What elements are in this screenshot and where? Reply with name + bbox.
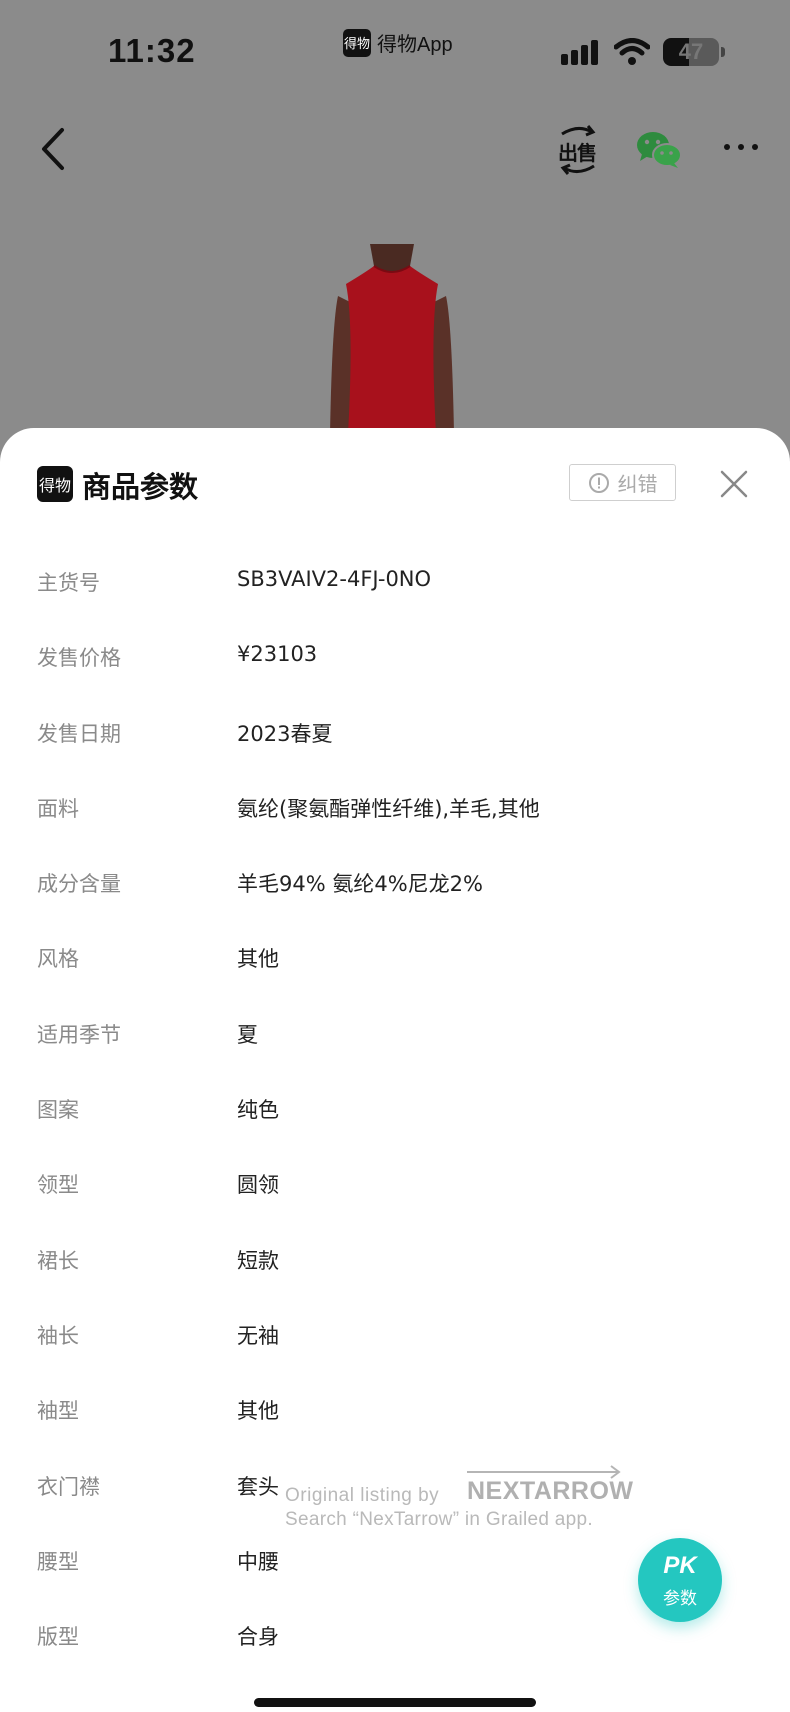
close-icon[interactable] [718,468,750,500]
watermark-brand: NEXTARROW [467,1477,634,1505]
pk-compare-button[interactable]: PK 参数 [638,1538,722,1622]
screen: 11:32 得物 得物App 47 出售 得物 商品参数 纠错 主货号 SB3V… [0,0,790,1712]
param-value: 其他 [237,1399,279,1424]
watermark-line-1: Original listing by [285,1485,440,1506]
param-row: 风格 其他 [0,931,790,1006]
param-label: 发售日期 [37,721,121,746]
sheet-title: 商品参数 [82,470,199,504]
nav-bar: 出售 [0,110,790,190]
sell-button[interactable]: 出售 [558,120,598,180]
param-row: 袖型 其他 [0,1383,790,1458]
param-value: 无袖 [237,1323,279,1348]
param-row: 适用季节 夏 [0,1007,790,1082]
param-row: 主货号 SB3VAIV2-4FJ-0NO [0,555,790,630]
chevron-left-icon[interactable] [38,126,68,172]
wifi-icon [614,38,650,65]
sheet-header: 得物 商品参数 纠错 [0,428,790,538]
cellular-signal-icon [561,40,598,65]
param-label: 成分含量 [37,872,121,897]
param-label: 版型 [37,1625,79,1650]
param-label: 风格 [37,947,79,972]
param-row: 发售日期 2023春夏 [0,706,790,781]
param-row: 成分含量 羊毛94% 氨纶4%尼龙2% [0,856,790,931]
param-value: 合身 [237,1625,279,1650]
pk-title: PK [663,1552,697,1579]
param-row: 面料 氨纶(聚氨酯弹性纤维),羊毛,其他 [0,781,790,856]
param-value: 套头 [237,1474,279,1499]
param-value: 纯色 [237,1098,279,1123]
battery-level: 47 [678,39,704,64]
param-row: 图案 纯色 [0,1082,790,1157]
sell-label: 出售 [558,141,597,165]
home-indicator [254,1698,536,1707]
battery-indicator: 47 [663,38,719,66]
report-error-button[interactable]: 纠错 [569,464,676,501]
param-label: 裙长 [37,1248,79,1273]
param-value: 其他 [237,947,279,972]
param-row: 发售价格 ¥23103 [0,630,790,705]
param-label: 领型 [37,1173,79,1198]
param-label: 面料 [37,796,79,821]
param-label: 发售价格 [37,646,121,671]
param-label: 衣门襟 [37,1474,100,1499]
product-params-sheet: 得物 商品参数 纠错 主货号 SB3VAIV2-4FJ-0NO 发售价格 ¥23103… [0,428,790,1712]
watermark-line-2: Search “NexTarrow” in Grailed app. [285,1509,593,1530]
param-label: 主货号 [37,571,100,595]
param-label: 袖长 [37,1323,79,1348]
param-value: 夏 [237,1022,258,1047]
param-value: 2023春夏 [237,721,333,746]
param-label: 图案 [37,1098,79,1123]
watermark: Original listing by NEXTARROW Search “Ne… [285,1465,633,1545]
battery-cap [721,47,725,57]
info-icon [588,472,609,493]
param-value: 中腰 [237,1549,279,1574]
status-bar: 11:32 得物 得物App 47 [0,0,790,100]
param-value: SB3VAIV2-4FJ-0NO [237,567,432,591]
app-logo-icon: 得物 [343,28,371,57]
wechat-icon[interactable] [636,130,682,170]
param-label: 袖型 [37,1399,79,1424]
more-horizontal-icon[interactable] [722,132,760,162]
param-label: 腰型 [37,1549,79,1574]
param-label: 适用季节 [37,1022,121,1047]
param-value: 羊毛94% 氨纶4%尼龙2% [237,872,483,897]
param-value: 圆领 [237,1173,279,1198]
param-value: 短款 [237,1248,279,1273]
dewu-logo-icon: 得物 [37,466,73,502]
param-row: 裙长 短款 [0,1233,790,1308]
param-value: ¥23103 [237,642,318,667]
param-row: 袖长 无袖 [0,1308,790,1383]
param-value: 氨纶(聚氨酯弹性纤维),羊毛,其他 [237,796,540,821]
status-time: 11:32 [108,32,196,69]
report-error-label: 纠错 [617,472,658,496]
product-image [330,244,454,434]
pk-subtitle: 参数 [663,1589,697,1609]
param-row: 领型 圆领 [0,1157,790,1232]
status-app-indicator[interactable]: 得物 得物App [343,28,453,57]
status-app-label: 得物App [377,34,453,56]
